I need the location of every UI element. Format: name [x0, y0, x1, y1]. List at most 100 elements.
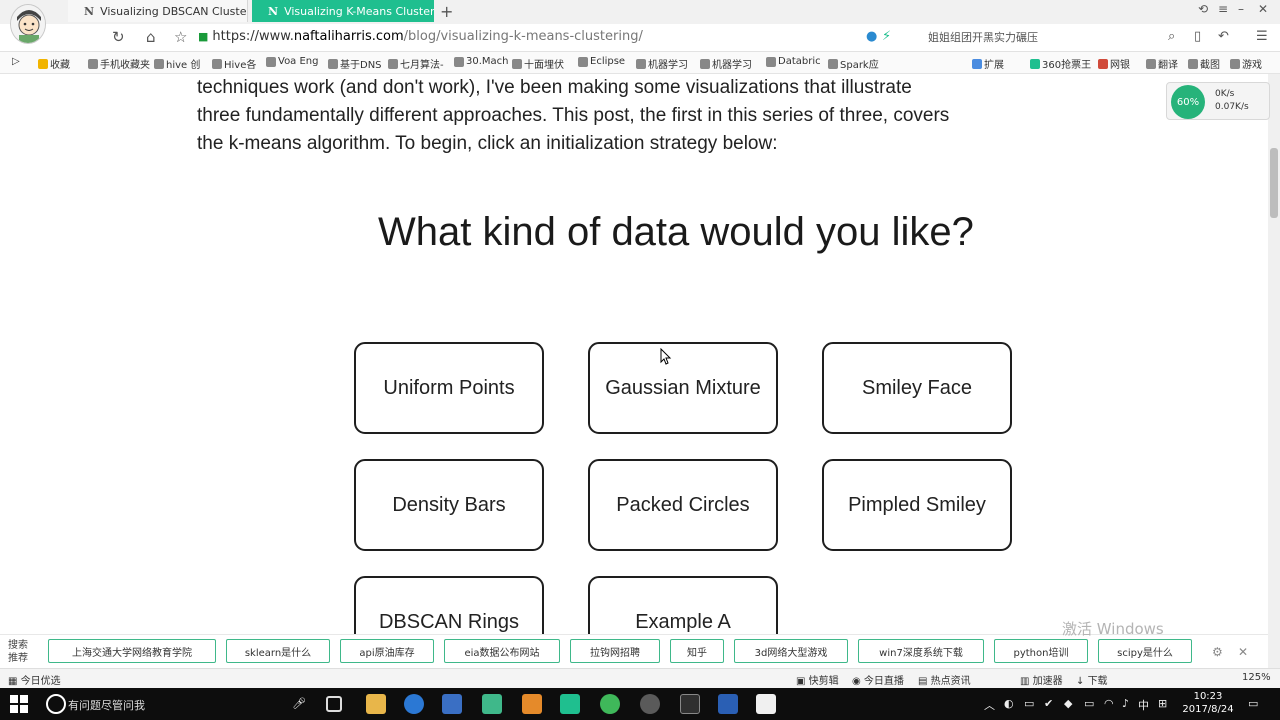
option-pimpled-smiley[interactable]: Pimpled Smiley [822, 459, 1012, 551]
scrollbar-thumb[interactable] [1270, 148, 1278, 218]
task-view-icon[interactable] [326, 696, 342, 712]
microphone-icon[interactable]: 🎤︎ [292, 697, 306, 710]
option-dbscan-rings[interactable]: DBSCAN Rings [354, 576, 544, 634]
settings-icon[interactable]: ⚙ [1212, 645, 1223, 659]
reload-icon[interactable]: ↻ [112, 28, 125, 46]
minimize-icon[interactable]: – [1238, 2, 1244, 16]
option-uniform-points[interactable]: Uniform Points [354, 342, 544, 434]
option-gaussian-mixture[interactable]: Gaussian Mixture [588, 342, 778, 434]
battery-icon[interactable]: ▭ [1084, 697, 1094, 710]
suggestion-chip[interactable]: 上海交通大学网络教育学院 [48, 639, 216, 663]
bookmark-item[interactable]: 机器学习 [700, 56, 752, 71]
store-icon[interactable] [442, 694, 462, 714]
bookmark-item[interactable]: Spark应 [828, 56, 879, 71]
home-icon[interactable]: ⌂ [146, 28, 156, 46]
status-item[interactable]: ◉ 今日直播 [852, 672, 904, 687]
suggestion-chip[interactable]: sklearn是什么 [226, 639, 330, 663]
suggestion-chip[interactable]: scipy是什么 [1098, 639, 1192, 663]
url-field[interactable]: ■ https://www.naftaliharris.com/blog/visu… [198, 29, 643, 44]
option-smiley-face[interactable]: Smiley Face [822, 342, 1012, 434]
ime-indicator[interactable]: 中 [1138, 697, 1149, 713]
bookmark-item[interactable]: 基于DNS [328, 56, 382, 71]
notification-icon[interactable]: ▭ [1248, 697, 1258, 710]
bookmark-item[interactable]: 收藏 [38, 56, 70, 71]
tray-icon[interactable]: ◆ [1064, 697, 1072, 710]
bookmark-icon [1146, 58, 1156, 69]
app-cmd-icon[interactable] [680, 694, 700, 714]
close-icon[interactable]: ✕ [1238, 645, 1248, 659]
intro-line: techniques work (and don't work), I've b… [197, 77, 912, 98]
suggestion-chip[interactable]: 知乎 [670, 639, 724, 663]
app-orange-icon[interactable] [522, 694, 542, 714]
tab-kmeans[interactable]: N Visualizing K-Means Clustering [252, 0, 434, 22]
bookmark-item[interactable]: Databric [766, 56, 821, 67]
tray-icon[interactable]: ◐ [1004, 697, 1014, 710]
bookmark-item[interactable]: 游戏 [1230, 56, 1262, 71]
undo-icon[interactable]: ↶ [1218, 29, 1229, 44]
status-item[interactable]: ▥ 加速器 [1020, 672, 1063, 687]
system-clock[interactable]: 10:23 2017/8/24 [1180, 690, 1236, 716]
bookmark-item[interactable]: 网银 [1098, 56, 1130, 71]
bookmark-item[interactable]: Hive各 [212, 56, 256, 71]
bookmark-item[interactable]: 扩展 [972, 56, 1004, 71]
app-blue-icon[interactable] [718, 694, 738, 714]
suggestion-chip[interactable]: 3d网络大型游戏 [734, 639, 848, 663]
file-explorer-icon[interactable] [366, 694, 386, 714]
network-speed-widget[interactable]: 60% 0K/s 0.07K/s [1166, 82, 1270, 120]
bookmark-item[interactable]: 截图 [1188, 56, 1220, 71]
status-item[interactable]: ↓ 下载 [1076, 672, 1108, 687]
cortana-search-text[interactable]: 有问题尽管问我 [68, 697, 145, 713]
more-icon[interactable]: ☰ [1256, 29, 1268, 44]
bookmark-item[interactable]: 十面埋伏 [512, 56, 564, 71]
app-white-icon[interactable] [756, 694, 776, 714]
network-icon[interactable]: ◠ [1104, 697, 1114, 710]
suggestion-chip[interactable]: win7深度系统下载 [858, 639, 984, 663]
tray-expand-icon[interactable]: ︿ [984, 697, 995, 713]
tray-icon[interactable]: ▭ [1024, 697, 1034, 710]
status-item[interactable]: ▤ 热点资讯 [918, 672, 971, 687]
status-item[interactable]: ▣ 快剪辑 [796, 672, 839, 687]
close-icon[interactable]: ✕ [1258, 2, 1268, 16]
search-input[interactable]: 姐姐组团开黑实力碾压 [928, 29, 1038, 45]
ime-settings-icon[interactable]: ⊞ [1158, 697, 1167, 710]
option-packed-circles[interactable]: Packed Circles [588, 459, 778, 551]
app-teal-icon[interactable] [560, 694, 580, 714]
app-running-icon[interactable] [640, 694, 660, 714]
app-green-icon[interactable] [482, 694, 502, 714]
user-avatar[interactable] [10, 4, 46, 44]
status-item[interactable]: ▦ 今日优选 [8, 672, 61, 687]
bookmark-item[interactable]: Eclipse [578, 56, 625, 67]
zoom-level[interactable]: 125% [1242, 672, 1271, 683]
new-tab-icon[interactable]: + [440, 2, 453, 21]
bookmark-item[interactable]: 手机收藏夹 [88, 56, 150, 71]
bookmark-item[interactable]: Voa Eng [266, 56, 319, 67]
bookmark-item[interactable]: 360抢票王 [1030, 56, 1091, 71]
option-example-a[interactable]: Example A [588, 576, 778, 634]
suggestion-chip[interactable]: eia数据公布网站 [444, 639, 560, 663]
option-density-bars[interactable]: Density Bars [354, 459, 544, 551]
bookmark-item[interactable]: hive 创 [154, 56, 200, 71]
suggestion-chip[interactable]: 拉钩网招聘 [570, 639, 660, 663]
windows-start-icon[interactable] [10, 695, 28, 713]
history-icon[interactable]: ⟲ [1198, 2, 1208, 16]
naftali-favicon-icon: N [84, 4, 95, 18]
bookmark-toggle-icon[interactable]: ▷ [12, 56, 20, 67]
browser-360-icon[interactable] [600, 694, 620, 714]
suggestion-chip[interactable]: python培训 [994, 639, 1088, 663]
bookmark-item[interactable]: 机器学习 [636, 56, 688, 71]
lightning-icon[interactable]: ⚡ [882, 29, 891, 44]
menu-icon[interactable]: ≡ [1218, 2, 1228, 16]
sidebar-icon[interactable]: ▯ [1194, 29, 1201, 44]
edge-browser-icon[interactable] [404, 694, 424, 714]
tray-icon[interactable]: ✔ [1044, 697, 1053, 710]
search-icon[interactable]: ⌕ [1168, 29, 1175, 44]
bookmark-item[interactable]: 翻译 [1146, 56, 1178, 71]
bookmark-item[interactable]: 七月算法- [388, 56, 444, 71]
tab-dbscan[interactable]: N Visualizing DBSCAN Clustering [68, 0, 248, 22]
extension-icon[interactable]: ● [866, 29, 877, 44]
volume-icon[interactable]: ♪ [1122, 697, 1129, 710]
bookmark-item[interactable]: 30.Mach [454, 56, 509, 67]
star-icon[interactable]: ☆ [174, 28, 187, 46]
suggestion-chip[interactable]: api原油库存 [340, 639, 434, 663]
cortana-icon[interactable] [46, 694, 66, 714]
